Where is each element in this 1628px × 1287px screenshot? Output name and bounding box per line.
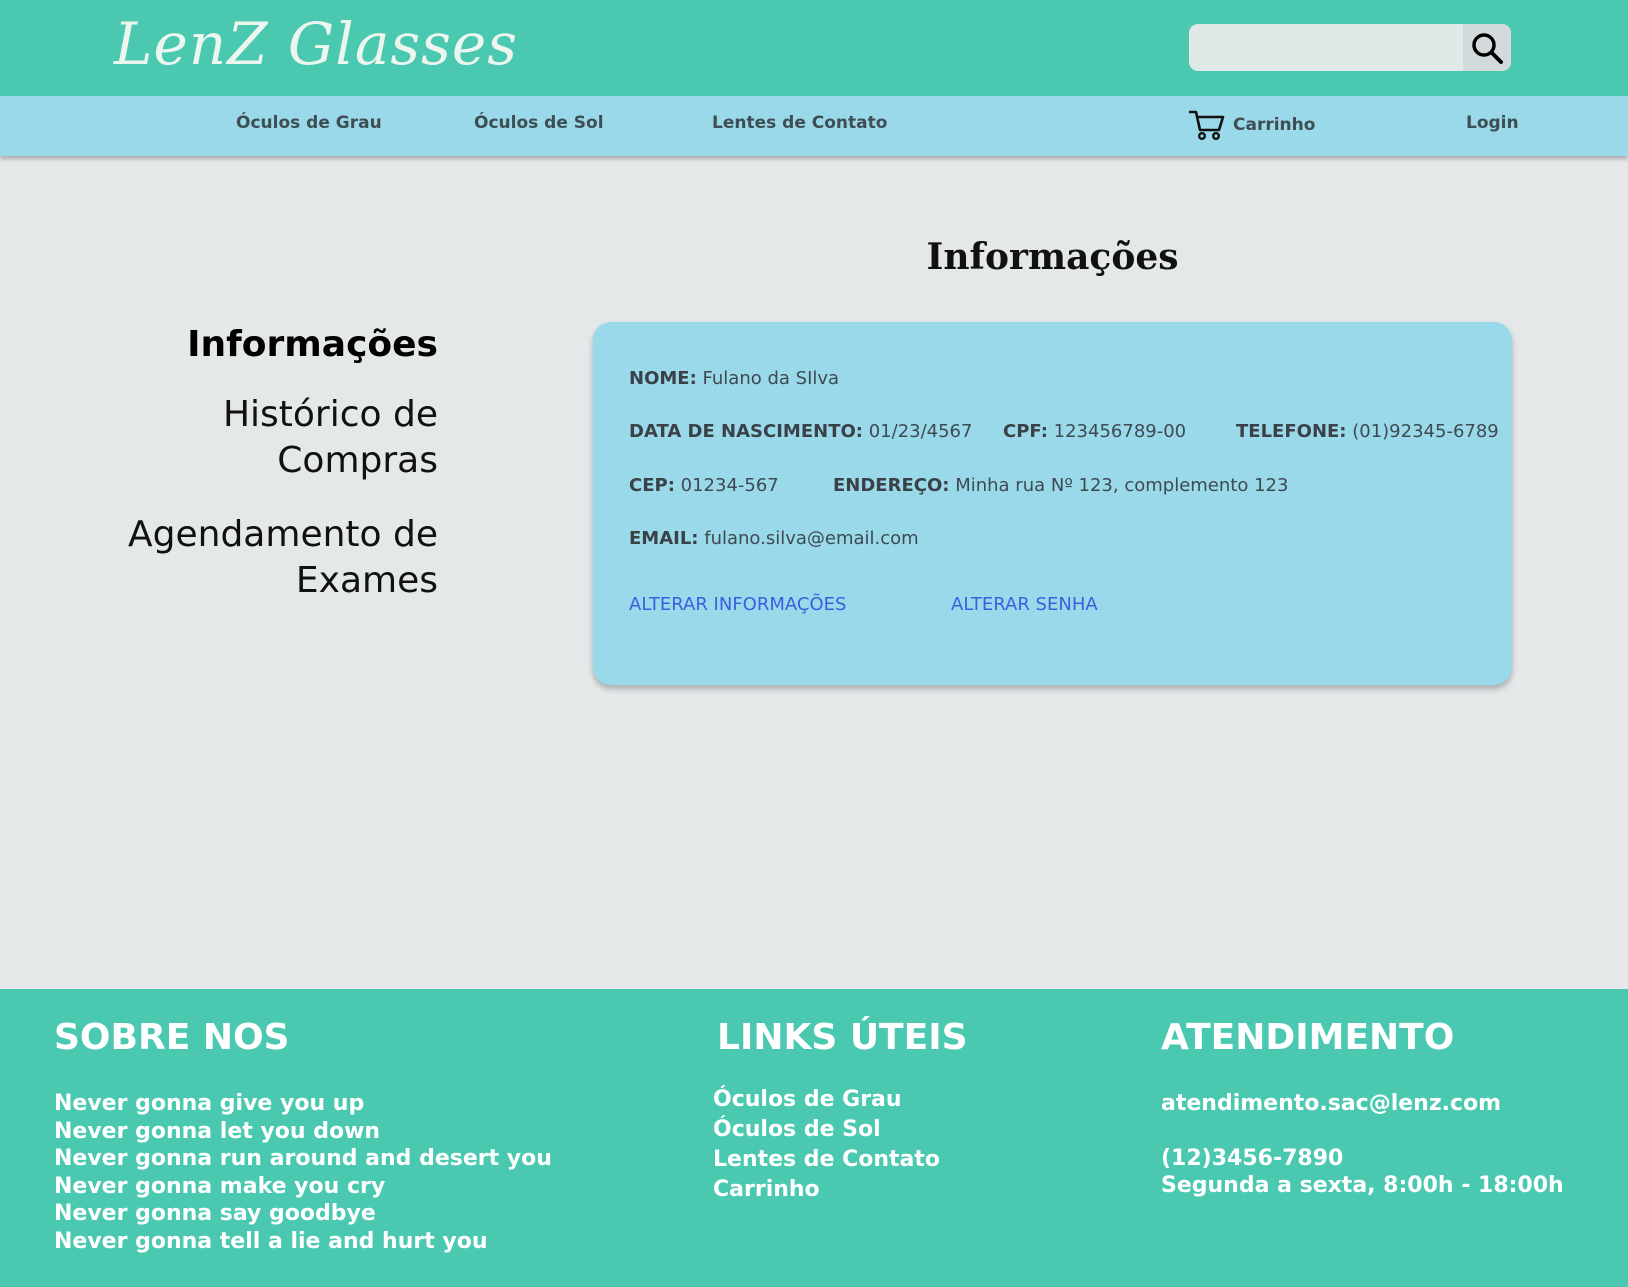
field-endereco-value: Minha rua Nº 123, complemento 123 bbox=[955, 475, 1289, 496]
header-bar: LenZ Glasses bbox=[0, 0, 1628, 96]
field-nome: NOME: Fulano da SIlva bbox=[629, 368, 839, 389]
account-sidebar: Informações Histórico de Compras Agendam… bbox=[78, 322, 438, 604]
footer-sobre-title: SOBRE NOS bbox=[54, 1017, 290, 1058]
field-email: EMAIL: fulano.silva@email.com bbox=[629, 528, 919, 549]
field-cep-value: 01234-567 bbox=[680, 475, 779, 496]
field-nome-value: Fulano da SIlva bbox=[702, 368, 840, 389]
field-cpf-value: 123456789-00 bbox=[1053, 421, 1187, 442]
footer-link-oculos-de-sol[interactable]: Óculos de Sol bbox=[713, 1115, 940, 1145]
footer-atendimento-hours: Segunda a sexta, 8:00h - 18:00h bbox=[1161, 1173, 1564, 1198]
search-button[interactable] bbox=[1463, 24, 1511, 71]
footer-sobre-line: Never gonna say goodbye bbox=[54, 1201, 376, 1226]
nav-oculos-de-grau[interactable]: Óculos de Grau bbox=[236, 113, 382, 133]
field-telefone: TELEFONE: (01)92345-6789 bbox=[1236, 421, 1499, 442]
search-box bbox=[1189, 24, 1511, 71]
field-cpf-label: CPF: bbox=[1003, 421, 1048, 442]
search-input[interactable] bbox=[1189, 24, 1463, 71]
footer-link-carrinho[interactable]: Carrinho bbox=[713, 1175, 940, 1205]
footer-link-lentes-de-contato[interactable]: Lentes de Contato bbox=[713, 1145, 940, 1175]
site-logo[interactable]: LenZ Glasses bbox=[114, 10, 518, 78]
nav-bar: Óculos de Grau Óculos de Sol Lentes de C… bbox=[0, 96, 1628, 156]
alterar-informacoes-link[interactable]: ALTERAR INFORMAÇÕES bbox=[629, 594, 846, 615]
footer: SOBRE NOS Never gonna give you up Never … bbox=[0, 989, 1628, 1287]
field-nascimento-label: DATA DE NASCIMENTO: bbox=[629, 421, 863, 442]
footer-sobre-line: Never gonna make you cry bbox=[54, 1173, 386, 1199]
field-nome-label: NOME: bbox=[629, 368, 697, 389]
footer-sobre-text: Never gonna give you up Never gonna let … bbox=[54, 1090, 552, 1255]
field-telefone-label: TELEFONE: bbox=[1236, 421, 1347, 442]
sidebar-item-historico[interactable]: Histórico de Compras bbox=[78, 392, 438, 484]
field-cpf: CPF: 123456789-00 bbox=[1003, 421, 1186, 442]
cart-icon bbox=[1189, 110, 1225, 141]
field-endereco-label: ENDEREÇO: bbox=[833, 475, 950, 496]
field-endereco: ENDEREÇO: Minha rua Nº 123, complemento … bbox=[833, 475, 1288, 496]
footer-atendimento-email: atendimento.sac@lenz.com bbox=[1161, 1091, 1502, 1116]
nav-oculos-de-sol[interactable]: Óculos de Sol bbox=[474, 113, 604, 133]
field-cep: CEP: 01234-567 bbox=[629, 475, 779, 496]
nav-login[interactable]: Login bbox=[1466, 113, 1519, 133]
cart-label: Carrinho bbox=[1233, 115, 1316, 135]
field-cep-label: CEP: bbox=[629, 475, 675, 496]
footer-links-list: Óculos de Grau Óculos de Sol Lentes de C… bbox=[713, 1085, 940, 1205]
footer-sobre-line: Never gonna run around and desert you bbox=[54, 1146, 552, 1171]
footer-sobre-line: Never gonna tell a lie and hurt you bbox=[54, 1228, 488, 1254]
sidebar-item-informacoes[interactable]: Informações bbox=[78, 322, 438, 368]
footer-sobre-line: Never gonna give you up bbox=[54, 1091, 365, 1116]
footer-atendimento-phone: (12)3456-7890 bbox=[1161, 1146, 1344, 1171]
page-title: Informações bbox=[926, 236, 1179, 278]
footer-link-oculos-de-grau[interactable]: Óculos de Grau bbox=[713, 1085, 940, 1115]
field-email-label: EMAIL: bbox=[629, 528, 699, 549]
nav-lentes-de-contato[interactable]: Lentes de Contato bbox=[712, 113, 887, 133]
search-icon bbox=[1472, 32, 1503, 64]
field-nascimento: DATA DE NASCIMENTO: 01/23/4567 bbox=[629, 421, 972, 442]
sidebar-item-agendamento[interactable]: Agendamento de Exames bbox=[78, 512, 438, 604]
nav-cart-link[interactable]: Carrinho bbox=[1189, 108, 1315, 142]
footer-atendimento-title: ATENDIMENTO bbox=[1161, 1017, 1455, 1058]
field-email-value: fulano.silva@email.com bbox=[704, 528, 919, 549]
alterar-senha-link[interactable]: ALTERAR SENHA bbox=[951, 594, 1098, 615]
field-nascimento-value: 01/23/4567 bbox=[868, 421, 973, 442]
field-telefone-value: (01)92345-6789 bbox=[1352, 421, 1499, 442]
footer-sobre-line: Never gonna let you down bbox=[54, 1118, 381, 1144]
footer-links-title: LINKS ÚTEIS bbox=[717, 1017, 968, 1058]
